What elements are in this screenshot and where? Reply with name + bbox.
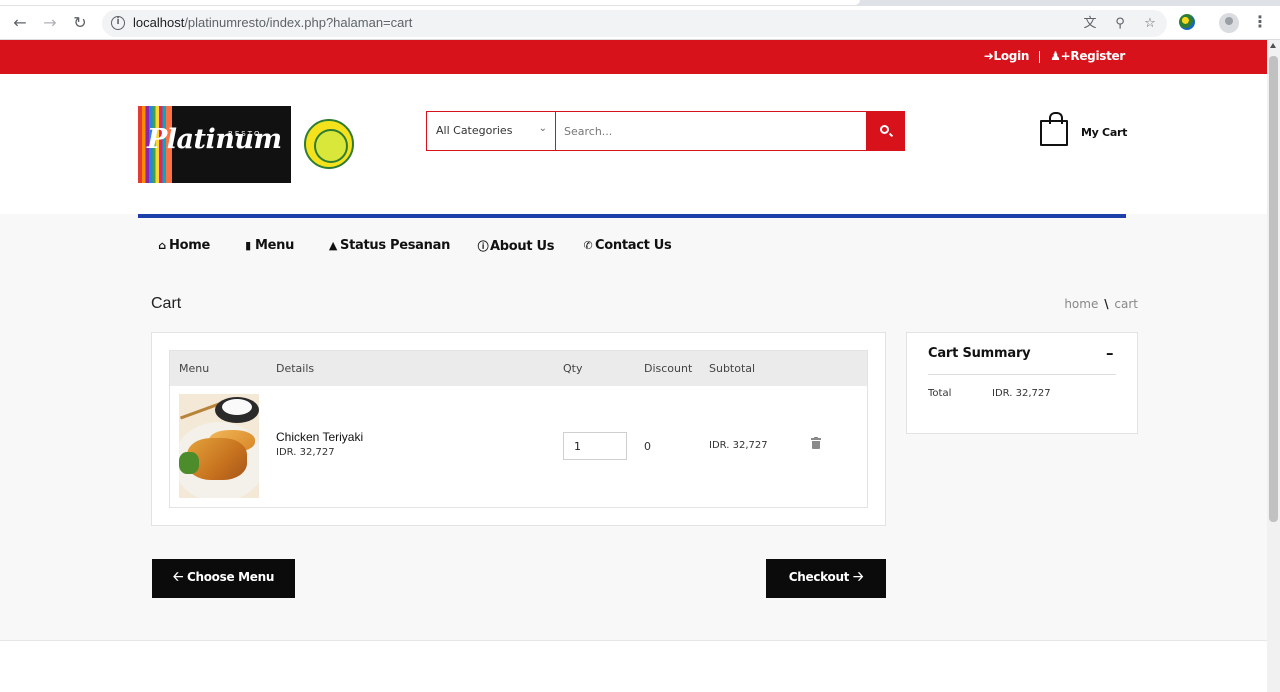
choose-menu-label: Choose Menu [186,569,275,584]
header-discount: Discount [644,362,693,375]
login-link[interactable]: ➜Login [983,49,1030,63]
cart-panel: Menu Details Qty Discount Subtotal Chick… [151,332,886,526]
cart-summary: Cart Summary – Total IDR. 32,727 [906,332,1138,434]
zoom-icon[interactable]: ⚲ [1111,16,1129,32]
login-label: Login [993,49,1030,63]
url-host: localhost [133,15,185,30]
home-icon: ⌂ [158,239,166,252]
nav-home-label: Home [169,238,210,253]
product-image[interactable] [179,394,259,498]
browser-toolbar: ← → ↻ i localhost/platinumresto/index.ph… [0,6,1280,40]
profile-avatar-icon[interactable] [1219,13,1239,33]
active-tab[interactable] [0,0,860,5]
register-link[interactable]: ♟+Register [1050,49,1125,63]
choose-menu-button[interactable]: 🡠 Choose Menu [152,559,295,598]
header-qty: Qty [563,362,583,375]
user-plus-icon: ♟+ [1050,49,1071,63]
arrow-left-icon: 🡠 [172,569,184,585]
nav-menu-label: Menu [255,238,295,253]
reload-icon[interactable]: ↻ [69,12,91,34]
nav-contact-label: Contact Us [595,238,672,253]
url-text[interactable]: localhost/platinumresto/index.php?halama… [133,15,412,30]
forward-arrow-icon[interactable]: → [39,12,61,34]
my-cart-label: My Cart [1081,126,1128,139]
category-value: All Categories [436,124,513,137]
top-bar: ➜Login ♟+Register [0,40,1267,74]
search-input[interactable] [555,111,867,151]
site-header: Platinum RESTO All Categories ⌄ My Cart [0,74,1267,214]
category-select[interactable]: All Categories ⌄ [426,111,556,151]
header-details: Details [276,362,315,375]
scrollbar-thumb[interactable] [1269,56,1278,522]
url-path: /platinumresto/index.php?halaman=cart [184,15,413,30]
address-bar[interactable]: i localhost/platinumresto/index.php?hala… [102,10,1167,37]
nav-about-label: About Us [490,239,555,254]
collapse-icon[interactable]: – [1106,344,1114,362]
page-scrollbar[interactable] [1267,40,1280,692]
breadcrumb-home[interactable]: home [1064,297,1098,311]
search-button[interactable] [866,111,905,151]
register-label: Register [1070,49,1125,63]
back-arrow-icon[interactable]: ← [9,12,31,34]
nav-accent-line [138,214,1126,218]
book-icon: ▮ [245,239,251,252]
extension-icon[interactable] [1179,14,1195,30]
arrow-right-icon: 🡢 [853,569,864,585]
auth-links: ➜Login ♟+Register [983,49,1126,63]
checkout-label: Checkout [788,569,850,584]
item-price: IDR. 32,727 [276,447,335,458]
item-subtotal: IDR. 32,727 [709,440,768,451]
site-info-icon[interactable]: i [111,16,125,30]
browser-menu-icon[interactable]: ⋮ [1252,12,1268,32]
search-bar: All Categories ⌄ [426,111,905,151]
trash-icon[interactable] [811,437,821,449]
nav-item-status[interactable]: ▲ Status Pesanan [326,238,450,253]
cart-table: Menu Details Qty Discount Subtotal Chick… [169,350,868,508]
auth-divider [1039,50,1041,63]
item-discount: 0 [644,440,651,453]
header-menu: Menu [179,362,210,375]
bookmark-star-icon[interactable]: ☆ [1141,16,1159,32]
site-logo[interactable]: Platinum RESTO [138,106,291,183]
quantity-input[interactable] [563,432,627,460]
nav-item-about[interactable]: ⓘ About Us [476,238,555,254]
footer-divider [0,640,1267,641]
checkout-button[interactable]: Checkout 🡢 [766,559,886,598]
table-header: Menu Details Qty Discount Subtotal [170,351,867,386]
summary-total-label: Total [928,388,952,399]
trash-lid [811,438,821,440]
summary-total-value: IDR. 32,727 [992,388,1051,399]
nav-status-label: Status Pesanan [340,238,451,253]
page-title: Cart [151,295,182,312]
rice-shape [222,399,252,415]
summary-divider [928,374,1116,375]
nav-item-contact[interactable]: ✆ Contact Us [581,238,672,253]
breadcrumb-separator: \ [1104,297,1109,311]
nav-item-home[interactable]: ⌂ Home [155,238,210,253]
logo-text: Platinum [147,124,282,155]
phone-icon: ✆ [583,239,593,252]
search-icon [880,125,889,134]
info-circle-icon: ⓘ [477,240,489,253]
shopping-bag-icon [1040,112,1068,146]
greens-shape [179,452,199,474]
summary-title: Cart Summary [928,346,1031,361]
breadcrumb: home \ cart [1064,297,1138,311]
my-cart-link[interactable]: My Cart [1040,112,1130,148]
translate-icon[interactable]: 文 [1081,16,1099,32]
logo-subtext: RESTO [228,130,262,138]
bell-icon: ▲ [328,239,338,252]
chevron-down-icon: ⌄ [538,123,547,134]
header-subtotal: Subtotal [709,362,756,375]
item-name[interactable]: Chicken Teriyaki [276,430,363,444]
trash-can [812,441,820,449]
sign-in-icon: ➜ [983,49,994,63]
scroll-up-icon[interactable] [1270,43,1276,48]
nav-item-menu[interactable]: ▮ Menu [241,238,294,253]
breadcrumb-current: cart [1114,297,1138,311]
halal-badge-icon [304,119,354,169]
